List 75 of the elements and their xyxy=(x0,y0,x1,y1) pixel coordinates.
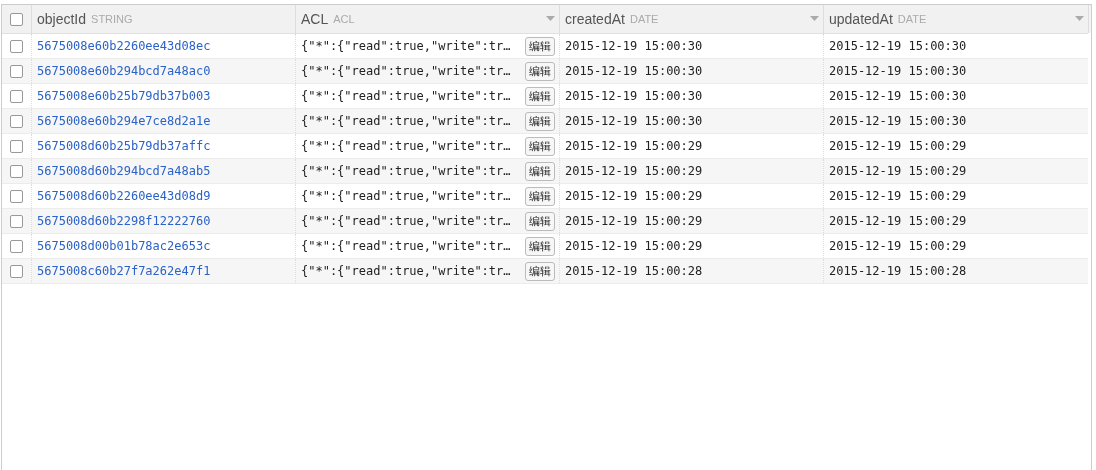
object-id-link[interactable]: 5675008d60b2260ee43d08d9 xyxy=(37,189,211,203)
column-name: createdAt xyxy=(565,11,625,27)
row-checkbox[interactable] xyxy=(10,189,23,203)
edit-button[interactable]: 编辑 xyxy=(525,261,555,281)
edit-button[interactable]: 编辑 xyxy=(525,211,555,231)
updated-date: 2015-12-19 15:00:29 xyxy=(829,164,967,178)
edit-button[interactable]: 编辑 xyxy=(525,236,555,256)
object-id-link[interactable]: 5675008e60b25b79db37b003 xyxy=(37,89,211,103)
object-id-link[interactable]: 5675008e60b294bcd7a48ac0 xyxy=(37,64,211,78)
created-date: 2015-12-19 15:00:30 xyxy=(565,114,703,128)
acl-value: {"*":{"read":true,"write":tr… xyxy=(301,39,512,53)
caret-icon[interactable] xyxy=(1075,16,1084,22)
created-date: 2015-12-19 15:00:30 xyxy=(565,39,703,53)
created-date: 2015-12-19 15:00:29 xyxy=(565,189,703,203)
row-checkbox[interactable] xyxy=(10,64,23,78)
edit-button[interactable]: 编辑 xyxy=(525,61,555,81)
updated-date: 2015-12-19 15:00:29 xyxy=(829,239,967,253)
updated-date: 2015-12-19 15:00:30 xyxy=(829,114,967,128)
created-date: 2015-12-19 15:00:28 xyxy=(565,264,703,278)
row-checkbox[interactable] xyxy=(10,214,23,228)
caret-icon[interactable] xyxy=(546,16,555,22)
edit-button[interactable]: 编辑 xyxy=(525,186,555,206)
acl-value: {"*":{"read":true,"write":tr… xyxy=(301,214,512,228)
edit-button[interactable]: 编辑 xyxy=(525,111,555,131)
column-header[interactable]: ACL ACL xyxy=(295,5,559,33)
acl-value: {"*":{"read":true,"write":tr… xyxy=(301,264,512,278)
object-id-link[interactable]: 5675008c60b27f7a262e47f1 xyxy=(37,264,211,278)
acl-value: {"*":{"read":true,"write":tr… xyxy=(301,139,512,153)
edit-button[interactable]: 编辑 xyxy=(525,136,555,156)
updated-date: 2015-12-19 15:00:30 xyxy=(829,64,967,78)
column-type: STRING xyxy=(91,13,133,25)
edit-button[interactable]: 编辑 xyxy=(525,36,555,56)
updated-date: 2015-12-19 15:00:30 xyxy=(829,89,967,103)
column-header[interactable]: createdAt DATE xyxy=(559,5,823,33)
object-id-link[interactable]: 5675008d00b01b78ac2e653c xyxy=(37,239,211,253)
column-type: DATE xyxy=(629,13,659,25)
acl-value: {"*":{"read":true,"write":tr… xyxy=(301,114,512,128)
created-date: 2015-12-19 15:00:29 xyxy=(565,239,703,253)
row-checkbox[interactable] xyxy=(10,239,23,253)
edit-button[interactable]: 编辑 xyxy=(525,86,555,106)
object-id-link[interactable]: 5675008e60b294e7ce8d2a1e xyxy=(37,114,211,128)
updated-date: 2015-12-19 15:00:30 xyxy=(829,39,967,53)
column-type: ACL xyxy=(333,13,355,25)
column-name: updatedAt xyxy=(829,11,893,27)
updated-date: 2015-12-19 15:00:28 xyxy=(829,264,967,278)
caret-icon[interactable] xyxy=(810,16,819,22)
created-date: 2015-12-19 15:00:29 xyxy=(565,164,703,178)
acl-value: {"*":{"read":true,"write":tr… xyxy=(301,64,512,78)
acl-value: {"*":{"read":true,"write":tr… xyxy=(301,89,512,103)
column-header[interactable]: objectId STRING xyxy=(31,5,295,33)
created-date: 2015-12-19 15:00:30 xyxy=(565,89,703,103)
acl-value: {"*":{"read":true,"write":tr… xyxy=(301,164,512,178)
row-checkbox[interactable] xyxy=(10,89,23,103)
updated-date: 2015-12-19 15:00:29 xyxy=(829,214,967,228)
updated-date: 2015-12-19 15:00:29 xyxy=(829,139,967,153)
object-id-link[interactable]: 5675008d60b25b79db37affc xyxy=(37,139,211,153)
edit-button[interactable]: 编辑 xyxy=(525,161,555,181)
row-checkbox[interactable] xyxy=(10,264,23,278)
column-name: objectId xyxy=(37,11,87,27)
row-checkbox[interactable] xyxy=(10,114,23,128)
acl-value: {"*":{"read":true,"write":tr… xyxy=(301,239,512,253)
row-checkbox[interactable] xyxy=(10,139,23,153)
created-date: 2015-12-19 15:00:29 xyxy=(565,214,703,228)
acl-value: {"*":{"read":true,"write":tr… xyxy=(301,189,512,203)
created-date: 2015-12-19 15:00:30 xyxy=(565,64,703,78)
select-all-checkbox[interactable] xyxy=(10,12,23,26)
column-type: DATE xyxy=(897,13,927,25)
object-id-link[interactable]: 5675008e60b2260ee43d08ec xyxy=(37,39,211,53)
column-name: ACL xyxy=(301,11,329,27)
row-checkbox[interactable] xyxy=(10,164,23,178)
object-id-link[interactable]: 5675008d60b294bcd7a48ab5 xyxy=(37,164,211,178)
updated-date: 2015-12-19 15:00:29 xyxy=(829,189,967,203)
row-checkbox[interactable] xyxy=(10,39,23,53)
object-id-link[interactable]: 5675008d60b2298f12222760 xyxy=(37,214,211,228)
created-date: 2015-12-19 15:00:29 xyxy=(565,139,703,153)
